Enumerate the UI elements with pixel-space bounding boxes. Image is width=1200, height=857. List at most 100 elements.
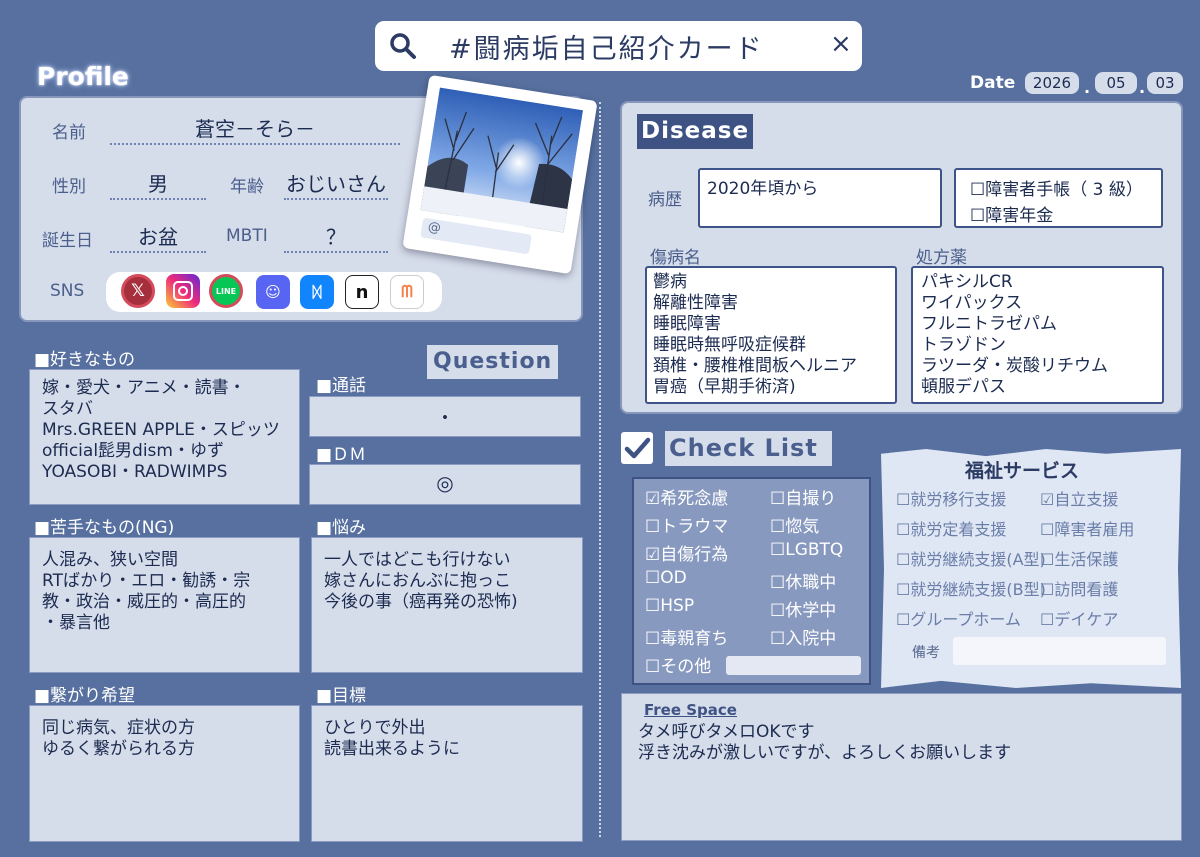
gender-label: 性別 [52, 177, 86, 197]
dislikes-box: 人混み、狭い空間 RTばかり・エロ・勧誘・宗 教・政治・威圧的・高圧的 ・暴言他 [29, 537, 300, 673]
discord-icon[interactable]: ☺ [256, 275, 290, 309]
profile-photo [420, 87, 584, 233]
medication-box: パキシルCR ワイパックス フルニトラゼパム トラゾドン ラツーダ・炭酸リチウム… [911, 266, 1164, 404]
worry-box: 一人ではどこも行けない 嫁さんにおんぶに抱っこ 今後の事（癌再発の恐怖) [311, 537, 583, 673]
checklist-check-icon [621, 432, 653, 464]
checkbox-item[interactable]: ☐就労移行支援 [896, 486, 1006, 510]
mbti-label: MBTI [226, 226, 268, 246]
disability-pension-checkbox[interactable]: ☐障害年金 [970, 201, 1053, 226]
close-icon[interactable]: × [830, 29, 852, 59]
dm-box: ◎ [309, 464, 581, 505]
free-space-heading: Free Space [644, 701, 737, 719]
dislikes-text: 人混み、狭い空間 RTばかり・エロ・勧誘・宗 教・政治・威圧的・高圧的 ・暴言他 [42, 550, 251, 633]
date-year: 2026 [1025, 72, 1079, 94]
likes-text: 嫁・愛犬・アニメ・読書・ スタバ Mrs.GREEN APPLE・スピッツ of… [42, 378, 280, 482]
date-month: 05 [1095, 72, 1137, 94]
divider [599, 102, 601, 837]
checkbox-item[interactable]: ☑自傷行為 [645, 540, 728, 565]
checkbox-item[interactable]: ☑希死念慮 [645, 484, 728, 509]
checkbox-item[interactable]: ☑自立支援 [1040, 486, 1118, 510]
connect-box: 同じ病気、症状の方 ゆるく繋がられる方 [29, 705, 300, 842]
likes-heading: ■好きなもの [34, 350, 136, 370]
name-value: 蒼空－そら－ [110, 113, 400, 145]
checkbox-item[interactable]: ☐LGBTQ [770, 540, 843, 560]
page-title: #闘病垢自己紹介カード [449, 34, 764, 65]
sns-label: SNS [50, 281, 85, 301]
disease-heading: Disease [637, 114, 754, 149]
call-heading: ■通話 [316, 376, 367, 396]
date-sep-1: . [1084, 78, 1091, 97]
checkbox-item[interactable]: ☐就労継続支援(A型) [896, 546, 1046, 570]
at-icon: @ [426, 219, 442, 237]
disability-cert-checkbox[interactable]: ☐障害者手帳（ 3 級） [970, 175, 1143, 200]
history-box: 2020年頃から [698, 168, 942, 228]
profile-photo-frame: @ [402, 74, 598, 275]
goal-box: ひとりで外出 読書出来るように [311, 705, 583, 842]
checkbox-item[interactable]: ☐OD [645, 568, 687, 588]
worry-text: 一人ではどこも行けない 嫁さんにおんぶに抱っこ 今後の事（癌再発の恐怖) [324, 550, 518, 612]
free-space-text: タメ呼びタメロOKです 浮き沈みが激しいですが、よろしくお願いします [638, 722, 1012, 763]
question-heading: Question [427, 345, 559, 379]
checkbox-item[interactable]: ☐生活保護 [1040, 546, 1118, 570]
dislikes-heading: ■苦手なもの(NG) [34, 518, 175, 538]
birthday-label: 誕生日 [42, 231, 93, 251]
checkbox-item[interactable]: ☐入院中 [770, 624, 836, 649]
checkbox-item[interactable]: ☐その他 [645, 652, 711, 677]
checkbox-item[interactable]: ☐自撮り [770, 484, 836, 509]
history-label: 病歴 [648, 190, 682, 210]
line-icon[interactable]: LINE [209, 274, 243, 308]
mbti-value: ？ [284, 221, 388, 253]
instagram-icon[interactable] [166, 274, 200, 308]
date-sep-2: . [1139, 78, 1146, 97]
checkbox-item[interactable]: ☐訪問看護 [1040, 576, 1118, 600]
connect-heading: ■繋がり希望 [34, 686, 136, 706]
birthday-value: お盆 [110, 221, 206, 253]
checkbox-item[interactable]: ☐休職中 [770, 568, 836, 593]
diagnoses-text: 鬱病 解離性障害 睡眠障害 睡眠時無呼吸症候群 頚椎・腰椎椎間板ヘルニア 胃癌（… [653, 272, 857, 397]
medication-text: パキシルCR ワイパックス フルニトラゼパム トラゾドン ラツーダ・炭酸リチウム… [921, 272, 1108, 397]
checkbox-item[interactable]: ☐トラウマ [645, 512, 728, 537]
free-space-box: Free Space タメ呼びタメロOKです 浮き沈みが激しいですが、よろしくお… [621, 693, 1182, 841]
call-value: ・ [435, 407, 455, 429]
profile-heading: Profile [37, 62, 129, 91]
title-bar[interactable]: #闘病垢自己紹介カード × [375, 21, 862, 71]
diagnoses-box: 鬱病 解離性障害 睡眠障害 睡眠時無呼吸症候群 頚椎・腰椎椎間板ヘルニア 胃癌（… [645, 266, 897, 404]
connect-text: 同じ病気、症状の方 ゆるく繋がられる方 [42, 718, 195, 759]
diagnoses-label: 傷病名 [650, 248, 701, 268]
checkbox-item[interactable]: ☐グループホーム [896, 606, 1021, 630]
checklist-other-field[interactable] [726, 656, 861, 675]
age-label: 年齢 [230, 177, 264, 197]
dm-value: ◎ [436, 471, 454, 495]
checkbox-item[interactable]: ☐休学中 [770, 596, 836, 621]
worry-heading: ■悩み [316, 518, 367, 538]
checkbox-item[interactable]: ☐惚気 [770, 512, 819, 537]
search-icon [390, 33, 416, 59]
goal-heading: ■目標 [316, 686, 367, 706]
checkbox-item[interactable]: ☐毒親育ち [645, 624, 728, 649]
gender-value: 男 [110, 168, 206, 200]
checkbox-item[interactable]: ☐障害者雇用 [1040, 516, 1134, 540]
age-value: おじいさん [284, 168, 388, 200]
bluesky-icon[interactable]: ᛞ [300, 275, 334, 309]
misskey-icon[interactable]: ᗰ [390, 275, 424, 309]
welfare-note-label: 備考 [912, 645, 940, 661]
checkbox-item[interactable]: ☐HSP [645, 596, 694, 616]
cert-box: ☐障害者手帳（ 3 級） ☐障害年金 [954, 168, 1163, 228]
checklist-heading: Check List [665, 431, 832, 466]
x-icon[interactable]: 𝕏 [121, 274, 155, 308]
dm-heading: ■ＤＭ [316, 445, 367, 465]
call-box: ・ [309, 396, 581, 437]
name-label: 名前 [52, 123, 86, 143]
date-label: Date [970, 73, 1016, 93]
welfare-heading: 福祉サービス [965, 460, 1080, 482]
checkbox-item[interactable]: ☐デイケア [1040, 606, 1118, 630]
date-day: 03 [1147, 72, 1183, 94]
likes-box: 嫁・愛犬・アニメ・読書・ スタバ Mrs.GREEN APPLE・スピッツ of… [29, 369, 300, 505]
checkbox-item[interactable]: ☐就労定着支援 [896, 516, 1006, 540]
checkbox-item[interactable]: ☐就労継続支援(B型) [896, 576, 1046, 600]
medication-label: 処方薬 [916, 248, 967, 268]
history-value: 2020年頃から [707, 179, 819, 199]
note-icon[interactable]: n [345, 275, 379, 309]
goal-text: ひとりで外出 読書出来るように [324, 718, 460, 759]
welfare-note-field[interactable] [953, 637, 1166, 665]
